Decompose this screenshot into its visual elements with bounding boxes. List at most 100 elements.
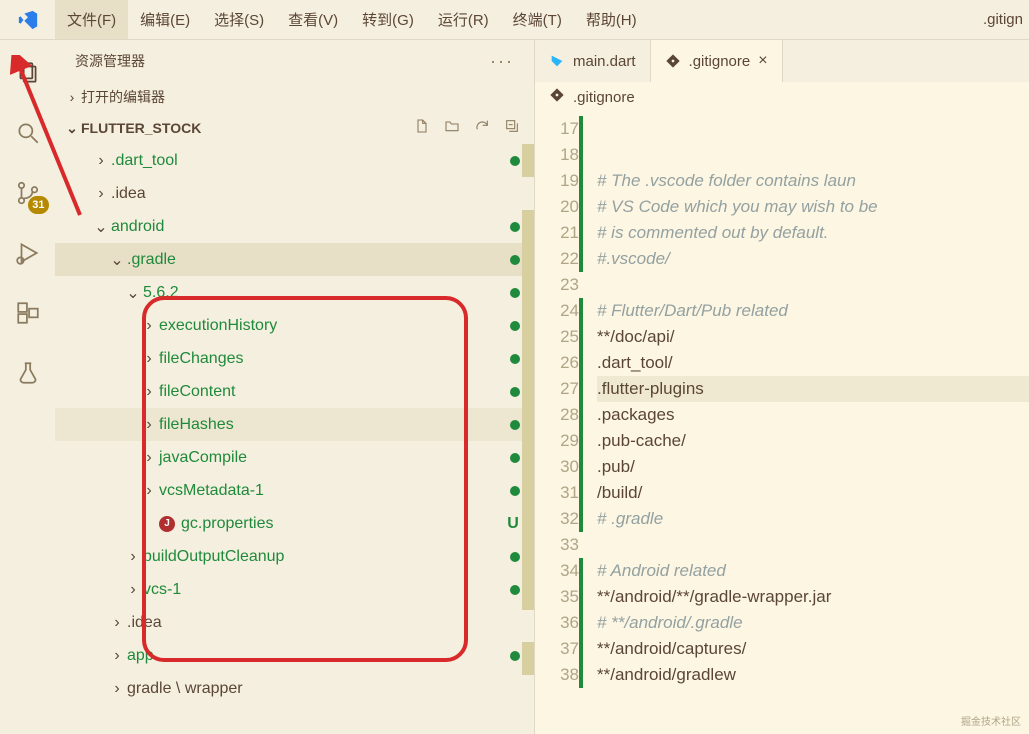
tab-label: main.dart	[573, 53, 636, 70]
tree-label: android	[111, 218, 510, 236]
tree-row[interactable]: ›javaCompile	[55, 441, 534, 474]
tree-label: app	[127, 647, 510, 665]
tree-row[interactable]: ›.dart_tool	[55, 144, 534, 177]
file-tree[interactable]: ›.dart_tool›.idea⌄android⌄.gradle⌄5.6.2›…	[55, 144, 534, 734]
new-file-icon[interactable]	[414, 118, 430, 139]
chevron-right-icon[interactable]: ›	[91, 185, 111, 203]
code-line[interactable]	[597, 142, 1029, 168]
tree-label: executionHistory	[159, 317, 510, 335]
chevron-right-icon[interactable]: ›	[107, 680, 127, 698]
tree-row[interactable]: ›executionHistory	[55, 309, 534, 342]
open-editors-section[interactable]: › 打开的编辑器	[55, 82, 534, 112]
chevron-down-icon[interactable]: ⌄	[107, 250, 127, 270]
code-line[interactable]: # The .vscode folder contains laun	[597, 168, 1029, 194]
menu-item[interactable]: 帮助(H)	[574, 0, 649, 39]
titlebar: 文件(F)编辑(E)选择(S)查看(V)转到(G)运行(R)终端(T)帮助(H)…	[0, 0, 1029, 40]
chevron-right-icon[interactable]: ›	[123, 581, 143, 599]
code-line[interactable]	[597, 116, 1029, 142]
tree-row[interactable]: ›vcs-1	[55, 573, 534, 606]
tree-row[interactable]: Jgc.propertiesU	[55, 507, 534, 540]
code-line[interactable]: # **/android/.gradle	[597, 610, 1029, 636]
project-section[interactable]: ⌄ FLUTTER_STOCK	[55, 112, 534, 144]
chevron-right-icon[interactable]: ›	[107, 614, 127, 632]
code-line[interactable]	[597, 272, 1029, 298]
code-line[interactable]: # VS Code which you may wish to be	[597, 194, 1029, 220]
menu-item[interactable]: 查看(V)	[276, 0, 350, 39]
line-number: 32	[535, 506, 579, 532]
chevron-right-icon[interactable]: ›	[91, 152, 111, 170]
run-debug-icon[interactable]	[13, 238, 43, 268]
refresh-icon[interactable]	[474, 118, 490, 139]
tree-row[interactable]: ›app	[55, 639, 534, 672]
tree-row[interactable]: ›vcsMetadata-1	[55, 474, 534, 507]
chevron-right-icon[interactable]: ›	[139, 449, 159, 467]
breadcrumb[interactable]: .gitignore	[535, 82, 1029, 112]
code-line[interactable]: .flutter-plugins	[597, 376, 1029, 402]
chevron-right-icon[interactable]: ›	[139, 416, 159, 434]
tree-row[interactable]: ⌄.gradle	[55, 243, 534, 276]
tree-row[interactable]: ›buildOutputCleanup	[55, 540, 534, 573]
chevron-right-icon[interactable]: ›	[139, 317, 159, 335]
menu-item[interactable]: 运行(R)	[426, 0, 501, 39]
search-icon[interactable]	[13, 118, 43, 148]
git-untracked-badge: U	[506, 515, 520, 533]
code-line[interactable]: .packages	[597, 402, 1029, 428]
code-line[interactable]: # is commented out by default.	[597, 220, 1029, 246]
tree-row[interactable]: ›fileChanges	[55, 342, 534, 375]
git-modified-dot	[510, 387, 520, 397]
code-line[interactable]: /build/	[597, 480, 1029, 506]
breadcrumb-file: .gitignore	[573, 89, 635, 106]
line-gutter: 1718192021222324252627282930313233343536…	[535, 112, 597, 734]
code-line[interactable]: .pub-cache/	[597, 428, 1029, 454]
code-line[interactable]: **/android/**/gradle-wrapper.jar	[597, 584, 1029, 610]
code-line[interactable]: #.vscode/	[597, 246, 1029, 272]
code-line[interactable]	[597, 532, 1029, 558]
new-folder-icon[interactable]	[444, 118, 460, 139]
tree-row[interactable]: ›gradle \ wrapper	[55, 672, 534, 705]
code-line[interactable]: .pub/	[597, 454, 1029, 480]
editor-tab[interactable]: .gitignore×	[651, 40, 783, 82]
close-icon[interactable]: ×	[758, 52, 767, 70]
extensions-icon[interactable]	[13, 298, 43, 328]
code-line[interactable]: .dart_tool/	[597, 350, 1029, 376]
explorer-icon[interactable]	[13, 58, 43, 88]
tree-row[interactable]: ›.idea	[55, 606, 534, 639]
code-line[interactable]: # Flutter/Dart/Pub related	[597, 298, 1029, 324]
collapse-all-icon[interactable]	[504, 118, 520, 139]
menu-item[interactable]: 选择(S)	[202, 0, 276, 39]
menu-item[interactable]: 转到(G)	[350, 0, 426, 39]
git-modified-dot	[510, 222, 520, 232]
code-line[interactable]: # Android related	[597, 558, 1029, 584]
menu-item[interactable]: 终端(T)	[501, 0, 574, 39]
chevron-right-icon[interactable]: ›	[139, 482, 159, 500]
code-line[interactable]: # .gradle	[597, 506, 1029, 532]
line-number: 17	[535, 116, 579, 142]
tree-row[interactable]: ›fileHashes	[55, 408, 534, 441]
chevron-right-icon[interactable]: ›	[123, 548, 143, 566]
code-editor[interactable]: 1718192021222324252627282930313233343536…	[535, 112, 1029, 734]
code-line[interactable]: **/android/captures/	[597, 636, 1029, 662]
chevron-right-icon[interactable]: ›	[139, 350, 159, 368]
tree-row[interactable]: ›fileContent	[55, 375, 534, 408]
menu-item[interactable]: 文件(F)	[55, 0, 128, 39]
tree-label: fileChanges	[159, 350, 510, 368]
code-line[interactable]: **/android/gradlew	[597, 662, 1029, 688]
git-modified-dot	[510, 585, 520, 595]
sidebar-header: 资源管理器 ···	[55, 40, 534, 82]
tree-row[interactable]: ⌄android	[55, 210, 534, 243]
code-content[interactable]: # The .vscode folder contains laun# VS C…	[597, 112, 1029, 734]
line-number: 26	[535, 350, 579, 376]
watermark: 掘金技术社区	[961, 713, 1021, 728]
chevron-down-icon[interactable]: ⌄	[91, 217, 111, 237]
chevron-right-icon[interactable]: ›	[139, 383, 159, 401]
code-line[interactable]: **/doc/api/	[597, 324, 1029, 350]
more-actions-icon[interactable]: ···	[490, 51, 514, 72]
tree-row[interactable]: ›.idea	[55, 177, 534, 210]
source-control-icon[interactable]: 31	[13, 178, 43, 208]
chevron-down-icon[interactable]: ⌄	[123, 283, 143, 303]
menu-item[interactable]: 编辑(E)	[128, 0, 202, 39]
tree-row[interactable]: ⌄5.6.2	[55, 276, 534, 309]
editor-tab[interactable]: main.dart	[535, 40, 651, 82]
testing-icon[interactable]	[13, 358, 43, 388]
chevron-right-icon[interactable]: ›	[107, 647, 127, 665]
